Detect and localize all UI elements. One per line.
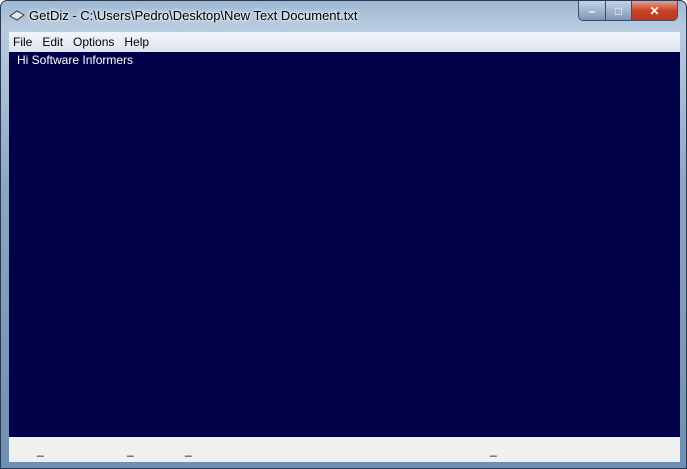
menu-bar: File Edit Options Help	[9, 32, 680, 52]
content-text: Hi Software Informers	[17, 53, 134, 67]
text-area[interactable]: Hi Software Informers	[9, 52, 680, 437]
app-icon	[9, 10, 25, 21]
menu-help[interactable]: Help	[124, 35, 149, 49]
status-bar: _ _ _ _	[9, 437, 680, 462]
minimize-button[interactable]: –	[579, 1, 606, 20]
menu-file[interactable]: File	[13, 35, 32, 49]
menu-options[interactable]: Options	[73, 35, 114, 49]
status-field-2: _	[127, 443, 134, 457]
close-button[interactable]: ✕	[632, 1, 677, 20]
status-field-1: _	[37, 443, 44, 457]
status-field-3: _	[185, 443, 192, 457]
window-title: GetDiz - C:\Users\Pedro\Desktop\New Text…	[29, 8, 358, 23]
maximize-button[interactable]: □	[606, 1, 632, 20]
status-field-4: _	[490, 443, 497, 457]
menu-edit[interactable]: Edit	[42, 35, 63, 49]
window-frame: GetDiz - C:\Users\Pedro\Desktop\New Text…	[0, 0, 687, 469]
